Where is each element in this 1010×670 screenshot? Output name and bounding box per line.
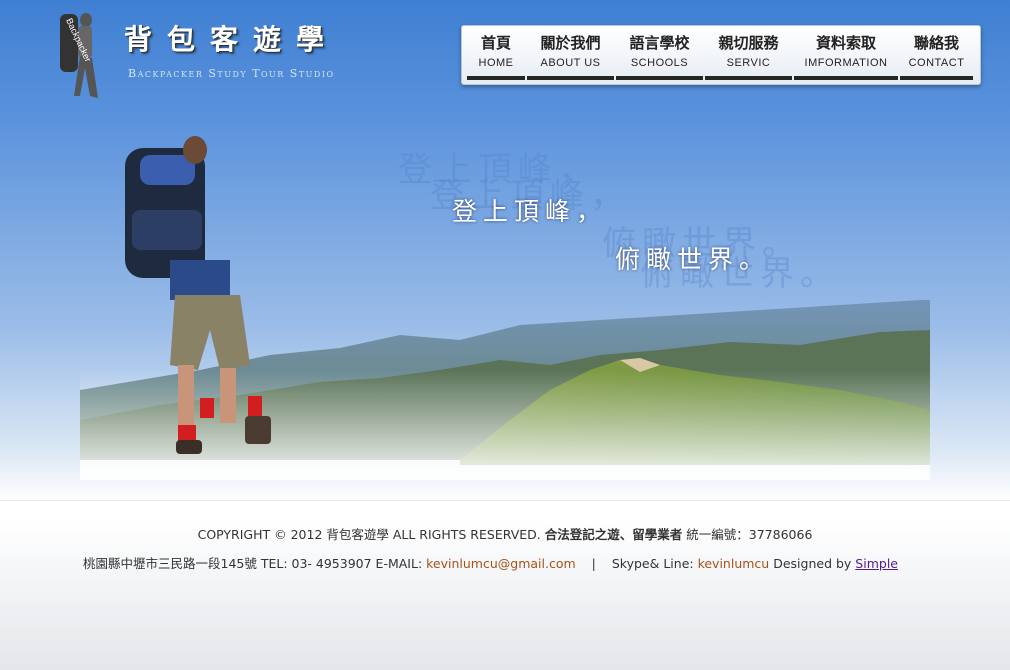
skype-label: Skype& Line: [611, 556, 694, 571]
footer-divider [0, 500, 1010, 501]
footer-separator: | [591, 556, 596, 571]
nav-information[interactable]: 資料索取 IMFORMATION [794, 30, 898, 80]
nav-home-zh: 首頁 [480, 34, 511, 52]
designed-by-label: Designed by [773, 556, 852, 571]
hero-slogan-line1: 登上頂峰， [452, 197, 608, 226]
legal-registration: 合法登記之遊、留學業者 [544, 527, 683, 542]
copyright-text: COPYRIGHT © 2012 背包客遊學 ALL RIGHTS RESERV… [197, 527, 541, 542]
hero-slogan-line2: 俯瞰世界。 [615, 245, 771, 274]
nav-contact-zh: 聯絡我 [913, 34, 959, 52]
nav-home-en: HOME [478, 57, 514, 69]
nav-service-zh: 親切服務 [718, 34, 779, 52]
designer-link[interactable]: Simple [855, 556, 898, 571]
nav-contact[interactable]: 聯絡我 CONTACT [900, 30, 973, 80]
nav-contact-en: CONTACT [908, 57, 965, 69]
nav-about-us[interactable]: 關於我們 ABOUT US [527, 30, 614, 80]
nav-schools[interactable]: 語言學校 SCHOOLS [616, 30, 703, 80]
email-link[interactable]: kevinlumcu@gmail.com [426, 556, 576, 571]
nav-schools-zh: 語言學校 [629, 34, 690, 52]
nav-service[interactable]: 親切服務 SERVIC [705, 30, 792, 80]
tax-id-label: 統一編號： [686, 527, 749, 542]
address-tel: 桃園縣中壢市三民路一段145號 TEL: 03- 4953907 E-MAIL: [83, 556, 423, 571]
tax-id: 37786066 [748, 527, 813, 542]
nav-schools-en: SCHOOLS [630, 57, 689, 69]
backpacker-logo-icon[interactable]: Backpacker [52, 8, 110, 100]
nav-service-en: SERVIC [726, 57, 771, 69]
skype-id-link[interactable]: kevinlumcu [698, 556, 770, 571]
main-navigation: 首頁 HOME 關於我們 ABOUT US 語言學校 SCHOOLS 親切服務 … [461, 25, 981, 85]
footer-contact: 桃園縣中壢市三民路一段145號 TEL: 03- 4953907 E-MAIL:… [83, 553, 898, 572]
nav-home[interactable]: 首頁 HOME [467, 30, 525, 80]
footer-copyright: COPYRIGHT © 2012 背包客遊學 ALL RIGHTS RESERV… [0, 524, 1010, 543]
nav-information-zh: 資料索取 [815, 34, 876, 52]
hero-banner: 登上頂峰， 登上頂峰， 俯瞰世界。 俯瞰世界。 登上頂峰， 俯瞰世界。 [80, 120, 930, 480]
nav-about-us-zh: 關於我們 [540, 34, 601, 52]
nav-information-en: IMFORMATION [804, 57, 888, 69]
site-title[interactable]: 背包客遊學 [124, 18, 339, 58]
nav-about-us-en: ABOUT US [540, 57, 601, 69]
site-subtitle: Backpacker Study Tour Studio [128, 67, 335, 80]
